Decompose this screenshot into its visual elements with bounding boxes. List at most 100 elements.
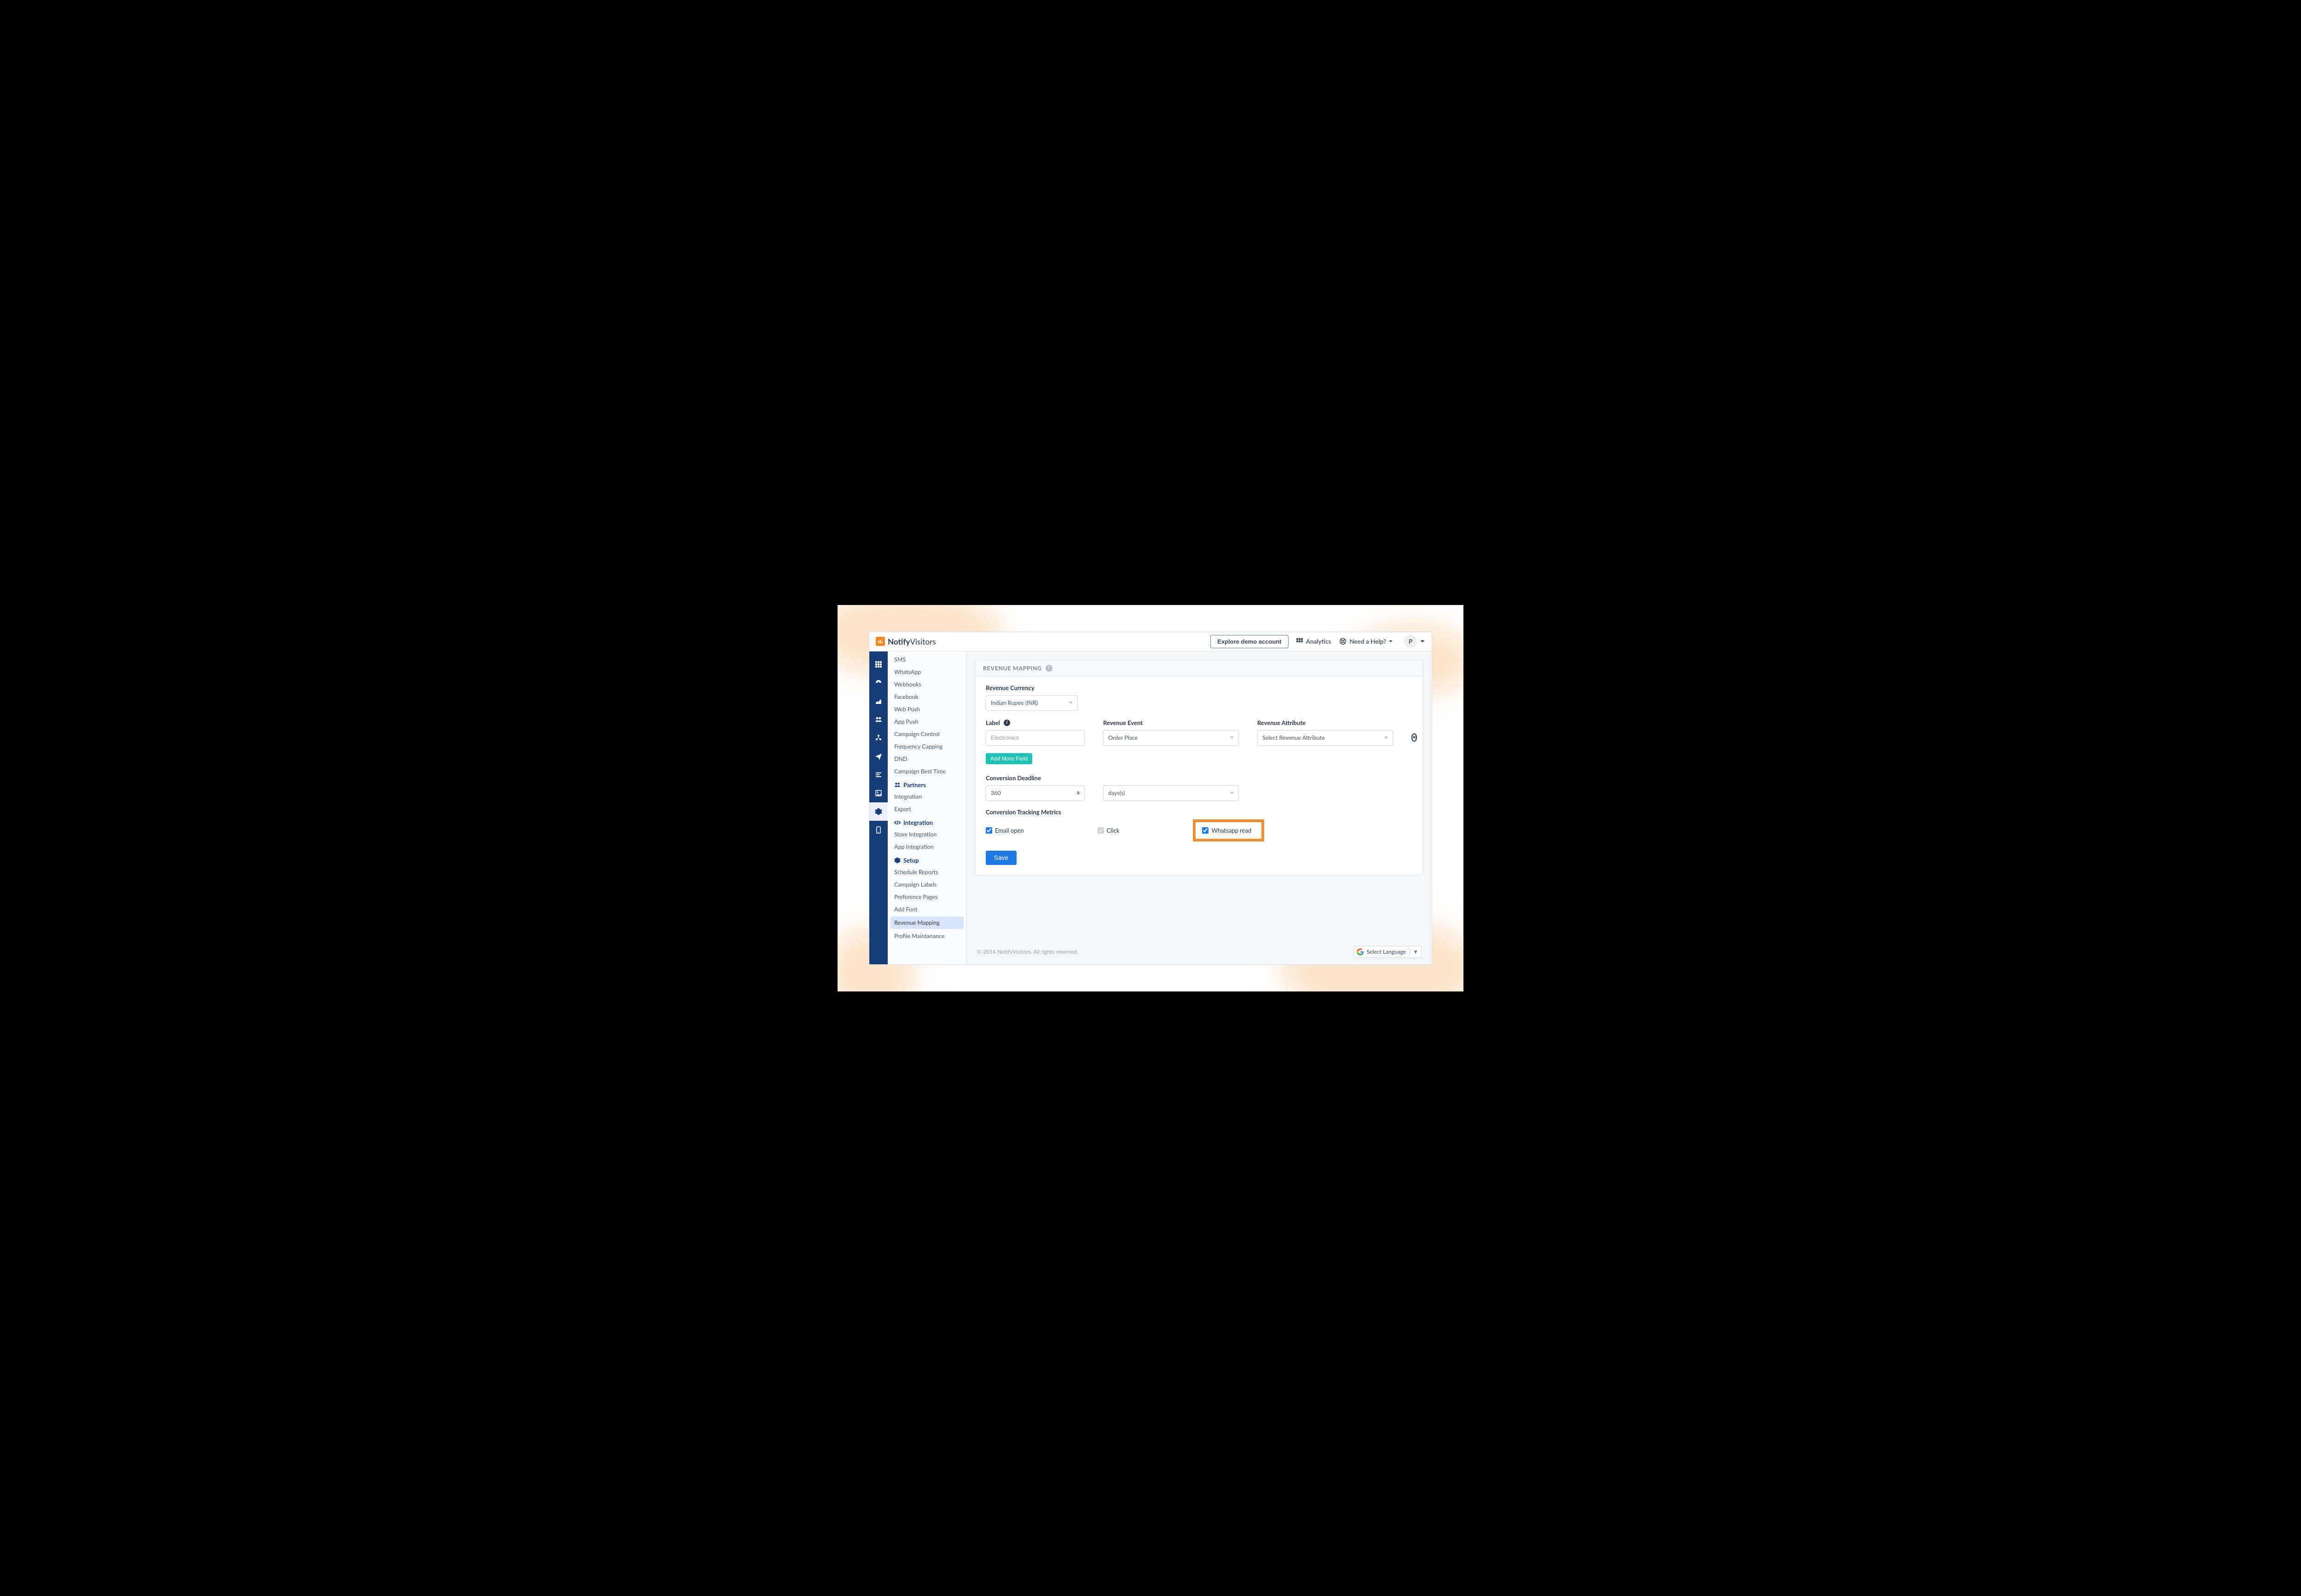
- subnav-item[interactable]: Webhooks: [888, 678, 966, 691]
- metric-email-label: Email open: [995, 827, 1024, 834]
- currency-select[interactable]: Indian Rupee (INR): [986, 695, 1078, 711]
- subnav-item[interactable]: App Push: [888, 715, 966, 728]
- label-label: Label i: [986, 719, 1085, 726]
- users-icon: [894, 782, 901, 788]
- subnav-item[interactable]: WhatsApp: [888, 666, 966, 678]
- subnav-item[interactable]: SMS: [888, 653, 966, 666]
- attribute-select[interactable]: Select Revenue Attribute: [1257, 730, 1393, 746]
- subnav-item[interactable]: Facebook: [888, 691, 966, 703]
- content-area: REVENUE MAPPING ? Revenue Currency India…: [967, 651, 1432, 964]
- subnav-section-integration: Integration: [888, 815, 966, 828]
- event-label: Revenue Event: [1103, 719, 1239, 726]
- rail-item-users[interactable]: [869, 710, 888, 729]
- app-window: NotifyVisitors Explore demo account Anal…: [869, 632, 1432, 965]
- metric-click-label: Click: [1107, 827, 1120, 834]
- currency-value: Indian Rupee (INR): [991, 699, 1038, 706]
- rail-item-apps[interactable]: [869, 655, 888, 674]
- subnav-item[interactable]: App Integration: [888, 841, 966, 853]
- subnav-section-label: Setup: [903, 857, 919, 864]
- subnav-item[interactable]: Export: [888, 803, 966, 815]
- deadline-input[interactable]: 360: [986, 785, 1085, 801]
- subnav-item[interactable]: Frequency Capping: [888, 740, 966, 753]
- logo-icon: [876, 637, 885, 646]
- chevron-down-icon: [1384, 737, 1388, 739]
- currency-label: Revenue Currency: [986, 684, 1413, 691]
- rail-item-settings[interactable]: [869, 802, 888, 821]
- analytics-link[interactable]: Analytics: [1296, 638, 1331, 645]
- panel-title-row: REVENUE MAPPING ?: [976, 660, 1423, 677]
- metric-click[interactable]: Click: [1098, 827, 1120, 834]
- panel-title: REVENUE MAPPING: [983, 665, 1042, 672]
- save-button[interactable]: Save: [986, 851, 1017, 865]
- rail-item-dashboard[interactable]: [869, 674, 888, 692]
- subnav-item[interactable]: Campaign Control: [888, 728, 966, 740]
- rail-item-campaigns[interactable]: [869, 747, 888, 766]
- chevron-down-icon[interactable]: [1420, 639, 1425, 644]
- subnav-item[interactable]: Web Push: [888, 703, 966, 715]
- subnav-section-partners: Partners: [888, 778, 966, 790]
- number-stepper[interactable]: [1077, 791, 1080, 795]
- deadline-unit-value: days(s): [1108, 789, 1125, 796]
- metric-whatsapp-checkbox[interactable]: [1202, 827, 1208, 834]
- subnav-item[interactable]: Campaign Labels: [888, 878, 966, 891]
- event-value: Order Place: [1108, 734, 1138, 741]
- app-logo[interactable]: NotifyVisitors: [876, 637, 936, 646]
- subnav-item[interactable]: Profile Maintanance: [888, 930, 966, 942]
- chevron-down-icon: [1230, 737, 1234, 739]
- subnav-item[interactable]: Store Integration: [888, 828, 966, 841]
- label-input[interactable]: [991, 735, 1080, 741]
- subnav-item[interactable]: Add Font: [888, 903, 966, 916]
- google-icon: [1357, 948, 1364, 956]
- help-icon[interactable]: ?: [1046, 665, 1052, 672]
- grid-icon: [1296, 638, 1303, 645]
- rail-item-analytics[interactable]: [869, 692, 888, 710]
- footer: © 2014 NotifyVisitors. All rights reserv…: [975, 933, 1423, 964]
- subnav-section-label: Integration: [903, 819, 933, 826]
- subnav-section-label: Partners: [903, 781, 926, 789]
- language-selector[interactable]: Select Language ▼: [1353, 946, 1422, 958]
- subnav-item[interactable]: DND: [888, 753, 966, 765]
- top-bar: NotifyVisitors Explore demo account Anal…: [869, 632, 1432, 651]
- deadline-value: 360: [991, 789, 1001, 796]
- avatar-initial: P: [1409, 638, 1412, 645]
- info-icon[interactable]: i: [1004, 720, 1010, 726]
- remove-row-button[interactable]: [1411, 733, 1417, 742]
- deadline-label: Conversion Deadline: [986, 774, 1085, 782]
- chevron-down-icon: [1388, 639, 1393, 644]
- rail-item-segments[interactable]: [869, 729, 888, 747]
- subnav-item[interactable]: Preference Pages: [888, 891, 966, 903]
- subnav-item[interactable]: Integration: [888, 790, 966, 803]
- metric-email-checkbox[interactable]: [986, 827, 992, 834]
- subnav-item[interactable]: Schedule Reports: [888, 866, 966, 878]
- rail-item-assets[interactable]: [869, 784, 888, 802]
- gear-icon: [894, 857, 901, 864]
- subnav-item-revenue-mapping[interactable]: Revenue Mapping: [890, 916, 964, 929]
- event-select[interactable]: Order Place: [1103, 730, 1239, 746]
- attribute-label: Revenue Attribute: [1257, 719, 1393, 726]
- sub-nav: SMS WhatsApp Webhooks Facebook Web Push …: [888, 651, 967, 964]
- revenue-mapping-panel: REVENUE MAPPING ? Revenue Currency India…: [975, 660, 1423, 876]
- rail-item-mobile[interactable]: [869, 821, 888, 839]
- need-help-link[interactable]: Need a Help?: [1339, 638, 1396, 645]
- metric-whatsapp-read[interactable]: Whatsapp read: [1202, 827, 1251, 834]
- metric-email-open[interactable]: Email open: [986, 827, 1024, 834]
- metric-click-checkbox[interactable]: [1098, 827, 1104, 834]
- lifebuoy-icon: [1339, 638, 1347, 645]
- rail-item-journeys[interactable]: [869, 766, 888, 784]
- attribute-value: Select Revenue Attribute: [1262, 734, 1325, 741]
- metrics-label: Conversion Tracking Metrics: [986, 808, 1413, 816]
- add-more-field-button[interactable]: Add More Field: [986, 753, 1032, 764]
- logo-text-thin: Visitors: [910, 637, 936, 646]
- whatsapp-highlight: Whatsapp read: [1193, 819, 1264, 841]
- icon-rail: [869, 651, 888, 964]
- footer-copyright: © 2014 NotifyVisitors. All rights reserv…: [977, 948, 1078, 955]
- deadline-unit-select[interactable]: days(s): [1103, 785, 1239, 801]
- code-icon: [894, 819, 901, 826]
- subnav-item[interactable]: Campaign Best Time: [888, 765, 966, 778]
- chevron-down-icon: [1069, 702, 1073, 704]
- user-avatar[interactable]: P: [1404, 635, 1417, 648]
- label-input-wrap: [986, 730, 1085, 746]
- chevron-down-icon: [1230, 792, 1234, 794]
- analytics-label: Analytics: [1306, 638, 1331, 645]
- explore-demo-button[interactable]: Explore demo account: [1210, 635, 1288, 648]
